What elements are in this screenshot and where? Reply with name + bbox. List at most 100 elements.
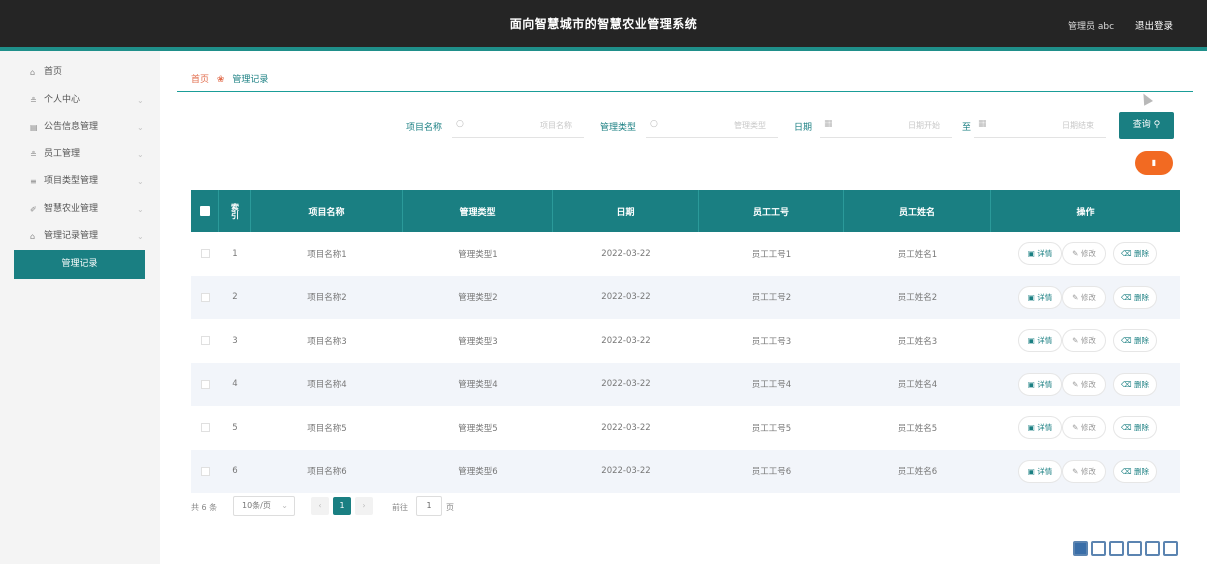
edit-button[interactable]: ✎ 修改 [1062, 416, 1106, 439]
goto-page-input[interactable]: 1 [416, 496, 442, 516]
detail-button[interactable]: ▣ 详情 [1018, 372, 1062, 396]
prev-page-button[interactable]: ‹ [311, 497, 329, 515]
sidebar-item-label: 项目类型管理 [44, 176, 99, 186]
project-name-input[interactable]: ○ 项目名称 [452, 113, 584, 138]
row-checkbox[interactable] [200, 292, 210, 302]
edit-button-label: 修改 [1080, 379, 1096, 389]
sidebar-item-home[interactable]: ⌂ 首页 [0, 59, 160, 86]
sidebar-item-smart-agriculture[interactable]: ✐ 智慧农业管理 ⌄ [0, 196, 160, 223]
cell-project: 项目名称5 [307, 423, 347, 434]
row-select-cell [191, 363, 219, 406]
cell-date: 2022-03-22 [601, 466, 651, 476]
date-end-input[interactable]: ▦ 日期结束 [974, 113, 1106, 138]
page-size-select[interactable]: 10条/页 ⌄ [233, 496, 295, 516]
detail-icon: ▣ [1027, 423, 1038, 432]
column-header-index: 索引 [219, 190, 251, 232]
sidebar-item-personal-center[interactable]: ≗ 个人中心 ⌄ [0, 87, 160, 114]
row-checkbox[interactable] [200, 379, 210, 389]
cell-type: 管理类型3 [458, 336, 498, 347]
delete-button-label: 删除 [1134, 466, 1149, 476]
top-bar: 面向智慧城市的智慧农业管理系统 管理员 abc 退出登录 [0, 0, 1207, 47]
notice-icon: ▤ [30, 123, 38, 132]
cell-emp-no: 员工工号3 [751, 336, 792, 347]
goto-label: 前往 [392, 503, 408, 512]
row-checkbox[interactable] [200, 336, 210, 345]
page-number-current[interactable]: 1 [333, 497, 351, 515]
cell-date: 2022-03-22 [601, 335, 651, 346]
detail-button[interactable]: ▣ 详情 [1018, 242, 1062, 265]
current-user: 管理员 abc [1068, 22, 1115, 32]
detail-button[interactable]: ▣ 详情 [1018, 416, 1062, 439]
delete-button-label: 删除 [1134, 292, 1149, 302]
detail-button[interactable]: ▣ 详情 [1018, 285, 1062, 309]
user-icon: ≗ [30, 96, 37, 105]
edit-button[interactable]: ✎ 修改 [1062, 372, 1106, 396]
edit-button[interactable]: ✎ 修改 [1062, 459, 1106, 483]
sidebar-subitem-record[interactable]: 管理记录 [14, 250, 145, 279]
cell-date: 2022-03-22 [601, 248, 651, 259]
delete-button[interactable]: ⌫ 删除 [1113, 416, 1157, 439]
date-start-input[interactable]: ▦ 日期开始 [820, 113, 952, 138]
chevron-down-icon: ⌄ [137, 123, 144, 132]
cell-type: 管理类型6 [458, 467, 498, 477]
date-range-separator: 至 [962, 123, 972, 133]
cell-emp-no: 员工工号5 [751, 423, 792, 434]
table-row: 3 项目名称3 管理类型3 2022-03-22 员工工号3 员工姓名3 ▣ 详情 ✎ 修改 ⌫… [191, 319, 1180, 362]
column-header-emp-no: 员工工号 [699, 190, 844, 232]
edit-icon: ✎ [1072, 379, 1081, 389]
sidebar-item-label: 智慧农业管理 [44, 204, 99, 214]
delete-button[interactable]: ⌫ 删除 [1113, 329, 1157, 352]
edit-button[interactable]: ✎ 修改 [1062, 329, 1106, 352]
app-title: 面向智慧城市的智慧农业管理系统 [509, 17, 698, 31]
edit-button[interactable]: ✎ 修改 [1062, 285, 1106, 309]
edit-button-label: 修改 [1080, 336, 1096, 345]
trash-icon: ⌫ [1121, 292, 1134, 302]
detail-button[interactable]: ▣ 详情 [1018, 459, 1062, 483]
detail-button[interactable]: ▣ 详情 [1018, 329, 1062, 352]
cell-date: 2022-03-22 [601, 379, 651, 389]
edit-icon: ✎ [1072, 336, 1081, 345]
trash-icon: ▮ [1151, 158, 1157, 167]
search-button[interactable]: 查询 ⚲ [1119, 112, 1174, 139]
detail-button-label: 详情 [1037, 379, 1053, 389]
edit-icon: ✎ [1072, 249, 1081, 258]
cell-index: 5 [232, 422, 238, 433]
manage-type-input[interactable]: ○ 管理类型 [646, 113, 778, 138]
next-page-button[interactable]: › [355, 497, 373, 515]
delete-button[interactable]: ⌫ 删除 [1113, 372, 1157, 396]
chevron-down-icon: ⌄ [137, 205, 144, 214]
column-header-actions: 操作 [1076, 207, 1095, 218]
table-row: 5 项目名称5 管理类型5 2022-03-22 员工工号5 员工姓名5 ▣ 详情 ✎ 修改 ⌫… [191, 406, 1180, 449]
row-checkbox[interactable] [200, 249, 210, 258]
select-all-checkbox[interactable] [199, 206, 210, 216]
sidebar-item-label: 管理记录管理 [44, 231, 99, 241]
project-name-placeholder: 项目名称 [540, 121, 572, 130]
edit-button[interactable]: ✎ 修改 [1062, 242, 1106, 265]
delete-button[interactable]: ⌫ 删除 [1113, 459, 1157, 483]
row-checkbox[interactable] [200, 466, 210, 476]
row-checkbox[interactable] [200, 423, 210, 432]
table-header: 索引 项目名称 管理类型 日期 员工工号 员工姓名 操作 [191, 190, 1180, 232]
home-icon: ⌂ [30, 68, 36, 77]
detail-icon: ▣ [1027, 379, 1038, 389]
sidebar-item-project-type[interactable]: ≡ 项目类型管理 ⌄ [0, 168, 160, 195]
chevron-down-icon: ⌄ [137, 177, 144, 186]
delete-button[interactable]: ⌫ 删除 [1113, 285, 1157, 309]
sidebar-item-notice[interactable]: ▤ 公告信息管理 ⌄ [0, 114, 160, 141]
batch-delete-button[interactable]: ▮ [1135, 151, 1173, 175]
column-header-project: 项目名称 [251, 190, 403, 232]
delete-button-label: 删除 [1134, 423, 1149, 432]
project-name-label: 项目名称 [406, 123, 443, 133]
watermark-logo [1073, 541, 1201, 559]
breadcrumb-home[interactable]: 首页 [191, 75, 209, 85]
sidebar-item-staff[interactable]: ≗ 员工管理 ⌄ [0, 141, 160, 168]
detail-icon: ▣ [1027, 292, 1038, 302]
chevron-down-icon: ⌄ [137, 96, 144, 105]
cell-date: 2022-03-22 [601, 292, 651, 302]
logout-link[interactable]: 退出登录 [1135, 18, 1173, 32]
breadcrumb-current: 管理记录 [232, 75, 269, 85]
delete-button[interactable]: ⌫ 删除 [1113, 242, 1157, 265]
cell-date: 2022-03-22 [601, 422, 651, 433]
trash-icon: ⌫ [1121, 379, 1134, 389]
sidebar-item-record-management[interactable]: ⌂ 管理记录管理 ⌄ [0, 223, 160, 250]
